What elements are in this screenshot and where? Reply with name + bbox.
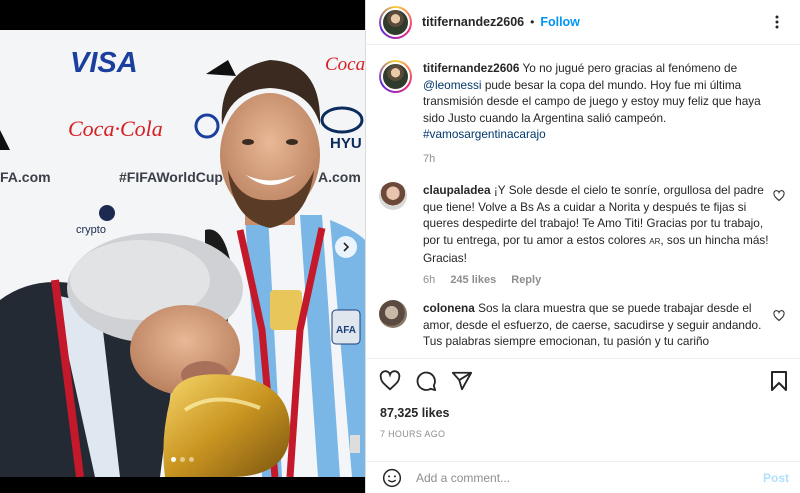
- follow-button[interactable]: Follow: [540, 15, 580, 29]
- comment-avatar[interactable]: [379, 300, 407, 328]
- post-photo: VISA Coca-Cola Coca·Cola #FIFAWorldCup F…: [0, 30, 365, 477]
- post-sidebar: titifernandez2606 • Follow titifernandez…: [365, 0, 800, 493]
- hashtag-board: #FIFAWorldCup: [119, 169, 223, 185]
- comment-username[interactable]: claupaladea: [423, 183, 491, 197]
- post-media[interactable]: VISA Coca-Cola Coca·Cola #FIFAWorldCup F…: [0, 0, 365, 493]
- comment-like-icon[interactable]: [773, 190, 785, 202]
- comment-like-icon[interactable]: [773, 310, 785, 322]
- carousel-dot: [180, 457, 185, 462]
- sponsor-crypto: crypto: [76, 224, 106, 236]
- comment-bubble-icon[interactable]: [415, 370, 437, 392]
- author-avatar[interactable]: [379, 5, 412, 39]
- comment-avatar[interactable]: [379, 182, 407, 210]
- more-options-icon[interactable]: [769, 14, 785, 30]
- carousel-next-button[interactable]: [335, 236, 357, 258]
- author-username[interactable]: titifernandez2606: [422, 15, 524, 29]
- comment-username[interactable]: colonena: [423, 301, 475, 315]
- caption-text-before: Yo no jugué pero gracias al fenómeno de: [522, 61, 738, 75]
- comment-time: 6h: [423, 273, 436, 286]
- post-header: titifernandez2606 • Follow: [366, 0, 800, 45]
- caption-mention[interactable]: @leomessi: [423, 78, 482, 92]
- carousel-dot: [189, 457, 194, 462]
- flag-ar-icon: AR: [649, 236, 661, 246]
- board-fifa-right: A.com: [318, 169, 361, 185]
- post-caption: titifernandez2606 Yo no jugué pero graci…: [379, 60, 773, 167]
- post-dialog: VISA Coca-Cola Coca·Cola #FIFAWorldCup F…: [0, 0, 800, 493]
- save-bookmark-icon[interactable]: [769, 370, 789, 392]
- comment-likes[interactable]: 245 likes: [450, 274, 496, 286]
- caption-hashtag[interactable]: #vamosargentinacarajo: [423, 127, 546, 141]
- shirt-badge: AFA: [336, 325, 356, 336]
- comment-item: claupaladea ¡Y Sole desde el cielo te so…: [379, 182, 785, 288]
- add-comment-input[interactable]: [416, 470, 736, 485]
- sponsor-cocacola-right: Coca-Cola: [325, 54, 365, 75]
- comment-reply-button[interactable]: Reply: [511, 274, 541, 286]
- comments-scroll[interactable]: titifernandez2606 Yo no jugué pero graci…: [366, 46, 800, 358]
- share-paper-plane-icon[interactable]: [451, 370, 473, 392]
- caption-time: 7h: [423, 152, 436, 165]
- comment-item: colonena Sos la clara muestra que se pue…: [379, 300, 785, 350]
- sponsor-cocacola-left: Coca·Cola: [68, 116, 163, 141]
- carousel-dot: [171, 457, 176, 462]
- chevron-right-icon: [343, 242, 350, 252]
- likes-count[interactable]: 87,325 likes: [380, 406, 450, 420]
- sponsor-hyundai: HYU: [330, 135, 362, 152]
- header-separator: •: [530, 15, 535, 29]
- emoji-smiley-icon[interactable]: [382, 468, 402, 488]
- caption-avatar[interactable]: [379, 60, 412, 93]
- post-timestamp: 7 HOURS AGO: [380, 429, 446, 439]
- post-comment-button[interactable]: Post: [763, 471, 789, 485]
- sponsor-visa: VISA: [70, 47, 138, 79]
- carousel-indicator: [0, 457, 365, 462]
- like-heart-icon[interactable]: [379, 370, 401, 392]
- add-comment-bar: Post: [366, 461, 800, 493]
- board-fifa-left: FA.com: [0, 169, 51, 185]
- caption-username[interactable]: titifernandez2606: [423, 61, 519, 75]
